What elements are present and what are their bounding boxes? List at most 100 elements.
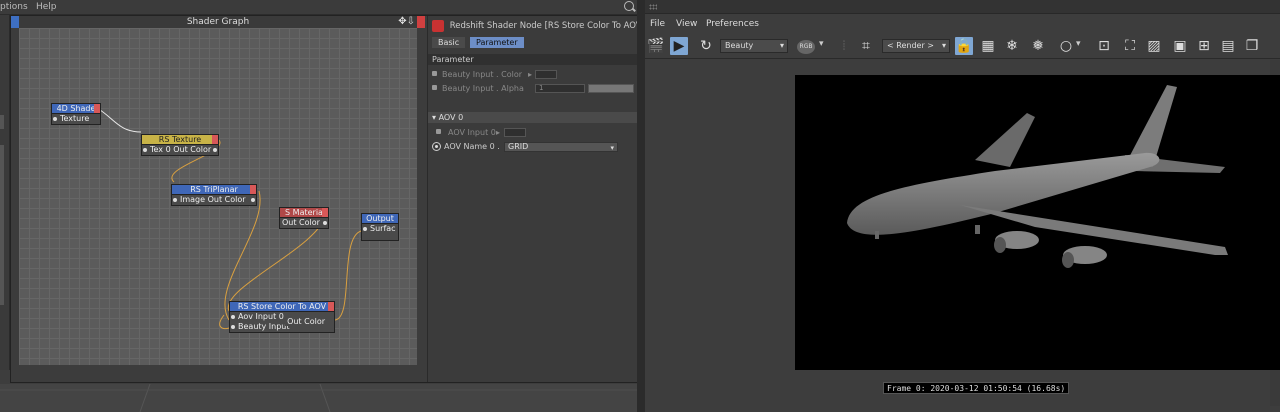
clapper-icon[interactable]: 🎬 [647, 37, 665, 55]
node-header: S Materia [280, 208, 328, 218]
port-label: Surfac [370, 224, 396, 233]
port-dot[interactable] [323, 221, 327, 225]
viewport-strip [0, 384, 640, 412]
radio-icon[interactable] [432, 142, 441, 151]
snowflake-icon[interactable]: ❄ [1003, 37, 1021, 55]
pv-icon[interactable]: ▤ [1219, 37, 1237, 55]
node-port[interactable]: Tex 0 Out Color [142, 145, 218, 155]
row-aov-input: AOV Input 0 ▸ [428, 126, 638, 139]
grip-icon[interactable] [649, 4, 657, 10]
chevron-down-icon[interactable]: ▾ [819, 39, 824, 49]
aov-input-swatch[interactable] [504, 128, 526, 137]
section-label: AOV 0 [438, 113, 464, 122]
port-dot[interactable] [363, 227, 367, 231]
panel-grip[interactable] [11, 16, 19, 28]
port-label: Beauty Input [238, 322, 290, 331]
grid-icon[interactable]: ▦ [979, 37, 997, 55]
attributes-title: Redshift Shader Node [RS Store Color To … [432, 19, 638, 33]
port-dot[interactable] [173, 198, 177, 202]
node-title: RS TriPlanar [190, 185, 238, 194]
stripes-icon[interactable]: ▨ [1145, 37, 1163, 55]
alpha-slider[interactable] [588, 84, 634, 93]
row-label: Beauty Input . Color [442, 70, 523, 79]
port-dot[interactable] [231, 325, 235, 329]
alpha-field[interactable]: 1 [535, 84, 585, 93]
node-flag [250, 185, 256, 194]
dock-handle[interactable] [0, 115, 4, 129]
node-title: 4D Shade [56, 104, 96, 113]
color-swatch[interactable] [535, 70, 557, 79]
out-port-label: Out Color [285, 317, 327, 326]
play-icon[interactable]: ▶ [670, 37, 688, 55]
refresh-icon[interactable]: ↻ [697, 37, 715, 55]
node-rs-material[interactable]: S Materia Out Color [279, 207, 329, 229]
attributes-panel: Redshift Shader Node [RS Store Color To … [427, 16, 638, 382]
add-snapshot-icon[interactable]: ⊞ [1195, 37, 1213, 55]
dock-scroll[interactable] [0, 145, 4, 305]
node-header: 4D Shade [52, 104, 100, 114]
node-canvas[interactable]: 4D Shade Texture RS Texture Tex 0 Out Co… [19, 28, 417, 365]
chevron-down-icon[interactable]: ▾ [1076, 39, 1081, 49]
window-divider[interactable] [637, 0, 645, 412]
row-label: Beauty Input . Alpha [442, 84, 524, 93]
node-title: RS Texture [158, 135, 202, 144]
port-dot[interactable] [213, 148, 217, 152]
lock-icon[interactable] [436, 129, 441, 134]
menu-help[interactable]: Help [36, 2, 57, 12]
node-flag [212, 135, 218, 144]
port-label: Tex 0 Out Color [150, 145, 212, 154]
node-rs-texture[interactable]: RS Texture Tex 0 Out Color [141, 134, 219, 156]
move-icon[interactable]: ✥⇩ [398, 16, 415, 28]
collapse-icon: ▾ [432, 113, 437, 122]
focus-icon[interactable]: ⊡ [1095, 37, 1113, 55]
port-dot[interactable] [53, 117, 57, 121]
menu-view[interactable]: View [676, 19, 697, 29]
airplane-render [847, 85, 1228, 268]
menu-file[interactable]: File [650, 19, 665, 29]
node-title: S Materia [285, 208, 323, 217]
port-label: Out Color [282, 218, 320, 227]
expand-icon[interactable]: ⛶ [1121, 37, 1139, 55]
tab-parameter[interactable]: Parameter [470, 37, 524, 48]
node-rs-store-color-to-aov[interactable]: RS Store Color To AOV Aov Input 0 Beauty… [229, 301, 335, 333]
render-select[interactable]: < Render > ▾ [882, 39, 950, 53]
port-label: Image Out Color [180, 195, 246, 204]
node-c4d-shader[interactable]: 4D Shade Texture [51, 103, 101, 125]
node-port[interactable]: Surfac [362, 224, 398, 240]
node-rs-triplanar[interactable]: RS TriPlanar Image Out Color [171, 184, 257, 206]
circle-icon[interactable]: ○ [1057, 37, 1075, 55]
node-output[interactable]: Output Surfac [361, 213, 399, 241]
render-select-value: < Render > [887, 41, 934, 50]
render-image[interactable] [795, 75, 1280, 370]
copy-icon[interactable]: ❐ [1243, 37, 1261, 55]
port-label: Aov Input 0 [238, 312, 284, 321]
lock-icon[interactable] [432, 85, 437, 90]
section-aov[interactable]: ▾ AOV 0 [428, 112, 638, 123]
grid-dots-icon[interactable]: ⁞ [835, 37, 853, 55]
node-port[interactable]: Image Out Color [172, 195, 256, 205]
node-port[interactable]: Texture [52, 114, 100, 124]
crop-icon[interactable]: ⌗ [857, 37, 875, 55]
lock-icon[interactable] [432, 71, 437, 76]
port-dot[interactable] [143, 148, 147, 152]
chevron-down-icon: ▾ [779, 41, 784, 50]
row-beauty-color: Beauty Input . Color ▸ [428, 68, 638, 81]
row-aov-name: AOV Name 0 . GRID ▾ [428, 140, 638, 153]
node-body: Aov Input 0 Beauty Input Out Color [230, 312, 334, 332]
aov-name-select[interactable]: GRID ▾ [504, 142, 618, 152]
node-port[interactable]: Out Color [280, 218, 328, 228]
search-icon[interactable] [624, 1, 634, 11]
menu-preferences[interactable]: Preferences [706, 19, 759, 29]
image-icon[interactable]: ▣ [1171, 37, 1189, 55]
close-panel-button[interactable] [417, 16, 425, 28]
port-dot[interactable] [231, 315, 235, 319]
menu-options[interactable]: ptions [0, 2, 28, 12]
snowflake-alt-icon[interactable]: ❅ [1029, 37, 1047, 55]
channel-button[interactable]: RGB [797, 40, 815, 54]
tab-basic[interactable]: Basic [432, 37, 466, 48]
port-dot[interactable] [251, 198, 255, 202]
shader-graph-title: Shader Graph [186, 17, 250, 27]
arrow-icon: ▸ [496, 128, 501, 137]
lock-icon[interactable]: 🔒 [955, 37, 973, 55]
aov-select[interactable]: Beauty ▾ [720, 39, 788, 53]
